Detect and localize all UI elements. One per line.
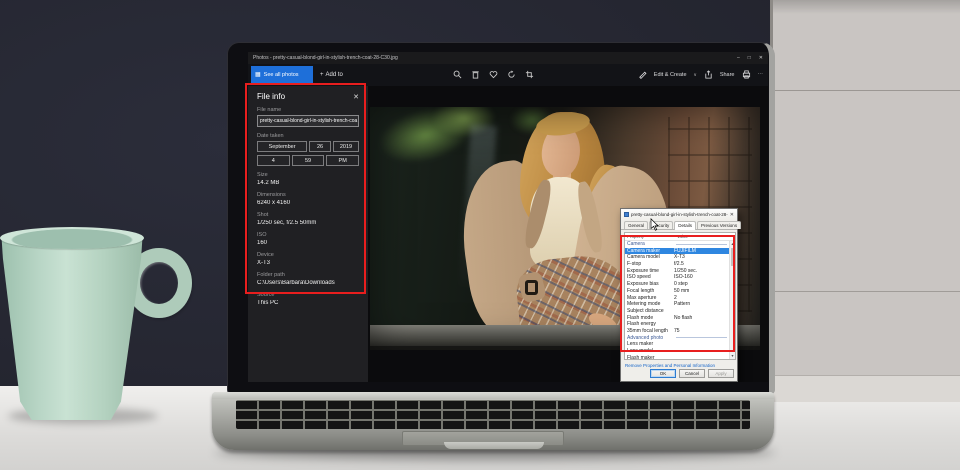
laptop-lid-notch (444, 442, 544, 449)
close-icon[interactable]: ✕ (730, 212, 734, 218)
panel-top-shadow (773, 0, 960, 14)
scroll-down-icon[interactable]: ▼ (730, 353, 735, 359)
annotation-box-file-info (245, 83, 366, 294)
dialog-title: pretty-casual-blond-girl-in-stylish-tren… (631, 212, 728, 217)
mug-rim (0, 227, 144, 249)
rotate-icon[interactable] (507, 70, 516, 79)
remove-properties-link[interactable]: Remove Properties and Personal Informati… (625, 363, 715, 368)
add-to-button[interactable]: + Add to (320, 66, 343, 83)
window-title: Photos - pretty-casual-blond-girl-in-sty… (253, 55, 398, 61)
laptop-hinge (212, 392, 774, 399)
see-all-photos-label: See all photos (263, 71, 299, 78)
edit-create-button[interactable]: Edit & Create (654, 72, 687, 78)
maximize-icon[interactable]: □ (748, 55, 751, 61)
apply-button[interactable]: Apply (708, 369, 734, 378)
laptop-base (212, 392, 774, 450)
tab-details[interactable]: Details (674, 221, 697, 230)
row-property: Flash maker (627, 354, 655, 359)
close-icon[interactable]: ✕ (759, 55, 763, 61)
field-value: This PC (257, 300, 279, 306)
dialog-tabs: General Security Details Previous Versio… (621, 220, 742, 230)
mouse-cursor (650, 218, 659, 237)
tab-general[interactable]: General (624, 221, 649, 229)
cancel-button[interactable]: Cancel (679, 369, 705, 378)
see-all-photos-button[interactable]: ▦ See all photos (251, 66, 313, 83)
file-info-field: Source This PC (257, 292, 359, 306)
add-icon: + (320, 71, 324, 78)
zoom-icon[interactable] (453, 70, 462, 79)
minimize-icon[interactable]: – (737, 55, 740, 61)
scene: Photos - pretty-casual-blond-girl-in-sty… (0, 0, 960, 470)
tab-previous-versions[interactable]: Previous Versions (697, 221, 742, 229)
favorite-icon[interactable] (489, 70, 498, 79)
details-row[interactable]: Flash maker (625, 355, 729, 359)
annotation-box-details-table (620, 235, 735, 352)
chevron-down-icon: ∨ (693, 71, 697, 77)
panel-seam (773, 90, 960, 91)
panel-seam (773, 291, 960, 292)
panel-baseboard (773, 376, 960, 402)
share-icon[interactable] (704, 70, 713, 79)
image-file-icon (624, 212, 629, 217)
wall-panel-right (770, 0, 960, 402)
delete-icon[interactable] (471, 70, 480, 79)
ok-button[interactable]: OK (650, 369, 676, 378)
print-icon[interactable] (742, 70, 751, 79)
dialog-titlebar: pretty-casual-blond-girl-in-stylish-tren… (621, 209, 737, 220)
add-to-label: Add to (325, 71, 343, 78)
grid-icon: ▦ (255, 72, 261, 78)
share-button[interactable]: Share (720, 72, 735, 78)
laptop-keyboard (236, 400, 750, 429)
more-icon[interactable]: ⋯ (758, 72, 764, 78)
edit-create-icon[interactable] (638, 70, 647, 79)
photos-titlebar: Photos - pretty-casual-blond-girl-in-sty… (248, 52, 768, 64)
crop-icon[interactable] (525, 70, 534, 79)
